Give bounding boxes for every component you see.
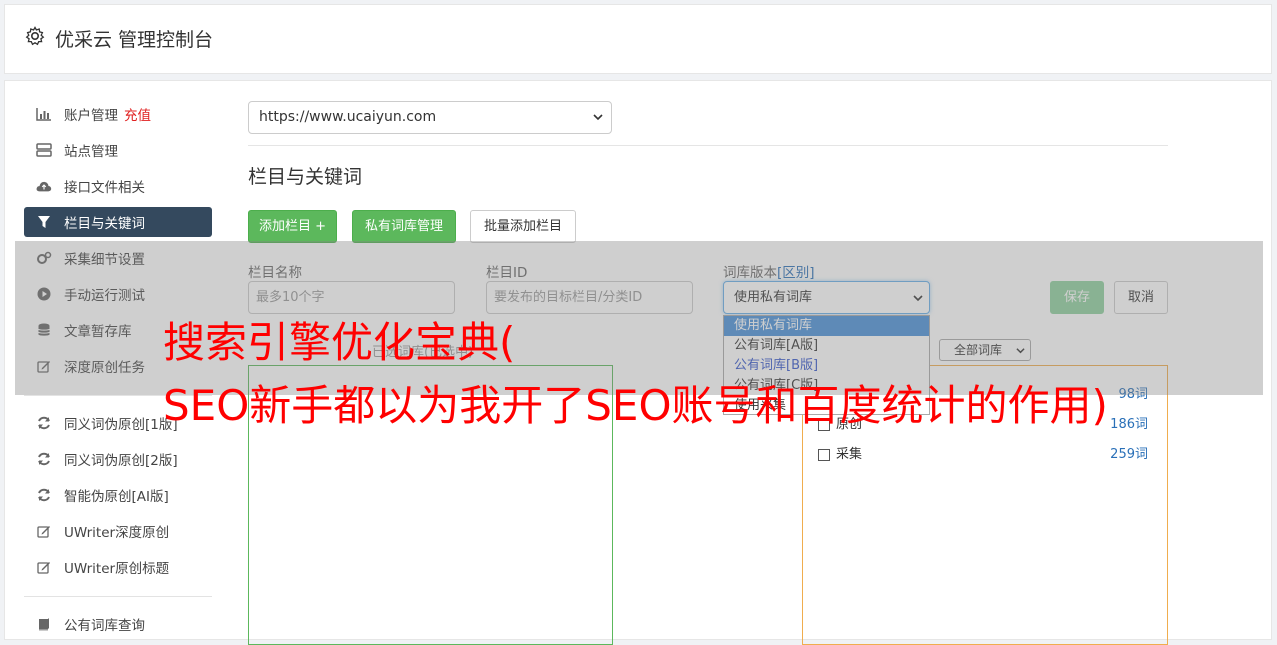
cloud-upload-icon — [36, 178, 52, 194]
site-select[interactable]: https://www.ucaiyun.com — [248, 101, 612, 134]
sidebar-item-label: 同义词伪原创[1版] — [64, 417, 178, 433]
lib-count: 259词 — [1110, 447, 1148, 462]
gear-icon — [25, 26, 45, 46]
sidebar-item-uwriter-deep[interactable]: UWriter深度原创 — [24, 516, 212, 546]
sidebar-item-uwriter-title[interactable]: UWriter原创标题 — [24, 552, 212, 582]
edit-icon — [36, 559, 52, 575]
book-icon — [36, 616, 52, 632]
sidebar-item-account[interactable]: 账户管理 充值 — [24, 99, 212, 129]
sidebar-item-label: UWriter深度原创 — [64, 525, 170, 541]
watermark-line-1: 搜索引擎优化宝典( — [163, 318, 516, 367]
recharge-link[interactable]: 充值 — [124, 104, 151, 124]
divider — [248, 145, 1168, 146]
sidebar-item-label: UWriter原创标题 — [64, 561, 170, 577]
server-icon — [36, 142, 52, 158]
sidebar-item-interface[interactable]: 接口文件相关 — [24, 171, 212, 201]
bar-chart-icon — [36, 106, 52, 122]
checkbox[interactable] — [818, 448, 830, 461]
sidebar-item-public-lib[interactable]: 公有词库查询 — [24, 609, 212, 639]
edit-icon — [36, 523, 52, 539]
sidebar-item-label: 同义词伪原创[2版] — [64, 453, 178, 469]
top-header: 优采云 管理控制台 — [4, 4, 1272, 74]
chevron-down-icon — [593, 114, 603, 121]
sidebar-item-sites[interactable]: 站点管理 — [24, 135, 212, 165]
watermark-line-2: SEO新手都以为我开了SEO账号和百度统计的作用) — [163, 381, 1108, 430]
lib-count: 186词 — [1110, 417, 1148, 432]
section-title: 栏目与关键词 — [248, 166, 363, 188]
filter-icon — [36, 214, 52, 230]
batch-add-button[interactable]: 批量添加栏目 — [470, 210, 576, 243]
sidebar-divider — [24, 596, 212, 597]
lib-item[interactable]: 采集 259词 — [818, 443, 1148, 463]
sidebar-item-label: 账户管理 — [64, 108, 118, 124]
private-lib-button[interactable]: 私有词库管理 — [352, 210, 456, 243]
refresh-icon — [36, 415, 52, 431]
sidebar-item-label: 栏目与关键词 — [64, 216, 145, 232]
app-title: 优采云 管理控制台 — [55, 29, 214, 51]
sidebar-item-label: 接口文件相关 — [64, 180, 145, 196]
refresh-icon — [36, 487, 52, 503]
refresh-icon — [36, 451, 52, 467]
sidebar-item-columns[interactable]: 栏目与关键词 — [24, 207, 212, 237]
sidebar-item-synonym-2[interactable]: 同义词伪原创[2版] — [24, 444, 212, 474]
sidebar-item-label: 智能伪原创[AI版] — [64, 489, 169, 505]
sidebar-item-label: 公有词库查询 — [64, 618, 145, 634]
lib-name: 采集 — [836, 447, 863, 462]
sidebar-item-ai-original[interactable]: 智能伪原创[AI版] — [24, 480, 212, 510]
site-select-value: https://www.ucaiyun.com — [259, 109, 437, 125]
sidebar-item-label: 站点管理 — [64, 144, 118, 160]
add-column-button[interactable]: 添加栏目 + — [248, 210, 337, 243]
